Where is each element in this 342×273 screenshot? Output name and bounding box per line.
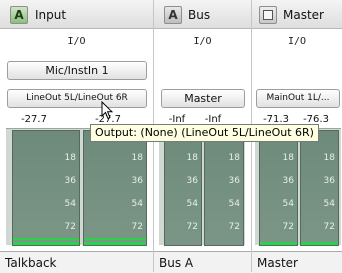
strip-header[interactable]: A Input [0,0,153,29]
scale-tick: 54 [64,199,76,209]
output-select-button[interactable]: MainOut 1L/... [256,89,340,108]
scale-tick: 36 [282,176,294,186]
scale-tick: 18 [131,153,143,163]
signal-bar [13,238,79,240]
footer-label: Bus A [159,256,194,270]
scale-tick: 54 [282,199,294,209]
strip-footer[interactable]: Talkback [0,251,153,273]
strip-footer[interactable]: Bus A [154,251,251,273]
scale-tick: 18 [186,153,198,163]
scale-tick: 18 [323,153,335,163]
strip-header[interactable]: A Bus [154,0,251,29]
output-select-button[interactable]: LineOut 5L/LineOut 6R [7,89,147,108]
strip-name: Input [35,8,67,22]
scale-tick: 72 [186,222,198,232]
signal-bar [301,242,338,245]
signal-bar [84,242,146,245]
mouse-cursor-icon [101,101,113,120]
io-label: I/O [67,36,86,47]
input-select-button[interactable]: Mic/InstIn 1 [7,61,147,80]
scale-tick: 72 [282,222,294,232]
level-meter-right: 18 36 54 72 [83,130,147,246]
signal-bar [260,242,297,245]
level-meter-left: 18 36 54 72 [164,130,202,246]
strip-header[interactable]: Master [252,0,342,29]
scale-tick: 36 [64,176,76,186]
level-meter-left: 18 36 54 72 [12,130,80,246]
scale-tick: 54 [323,199,335,209]
scale-tick: 18 [282,153,294,163]
scale-tick: 72 [323,222,335,232]
scale-tick: 72 [131,222,143,232]
signal-bar [13,242,79,245]
peak-left: -27.7 [21,114,47,125]
master-track-icon [259,6,277,24]
level-meter-right: 18 36 54 72 [204,130,244,246]
scale-tick: 18 [64,153,76,163]
audio-track-icon: A [10,6,28,24]
io-label: I/O [193,36,212,47]
strip-footer[interactable]: Master [252,251,342,273]
scale-tick: 54 [228,199,240,209]
scale-tick: 36 [323,176,335,186]
output-tooltip: Output: (None) (LineOut 5L/LineOut 6R) [90,124,319,142]
scale-tick: 72 [228,222,240,232]
io-label: I/O [287,36,307,47]
level-meter-right: 18 36 54 72 [300,130,339,246]
strip-name: Master [283,8,324,22]
output-select-button[interactable]: Master [161,89,245,108]
scale-tick: 36 [186,176,198,186]
scale-tick: 72 [64,222,76,232]
scale-tick: 54 [186,199,198,209]
footer-label: Master [257,256,298,270]
scale-tick: 36 [131,176,143,186]
bus-track-icon: A [164,6,182,24]
scale-tick: 36 [228,176,240,186]
strip-name: Bus [188,8,211,22]
level-meter-left: 18 36 54 72 [259,130,298,246]
signal-bar [84,238,146,240]
footer-label: Talkback [5,256,57,270]
scale-tick: 18 [228,153,240,163]
scale-tick: 54 [131,199,143,209]
